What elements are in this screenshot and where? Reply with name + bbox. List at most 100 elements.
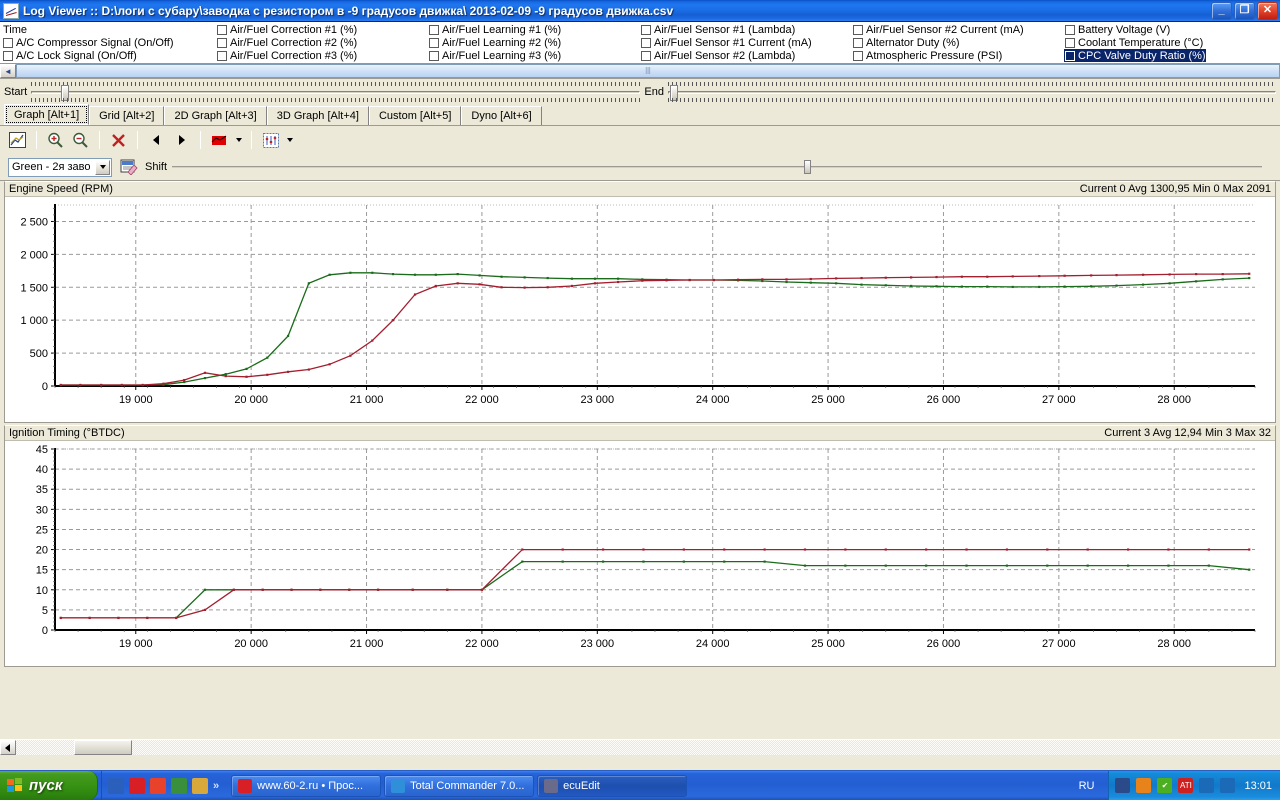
svg-text:15: 15 — [36, 565, 48, 577]
parameter-item[interactable]: Air/Fuel Learning #3 (%) — [428, 49, 561, 62]
parameter-item[interactable]: Air/Fuel Correction #2 (%) — [216, 36, 357, 49]
system-tray[interactable]: ✔ ATI 13:01 — [1108, 771, 1280, 800]
parameter-checkbox[interactable] — [217, 37, 227, 48]
parameter-item[interactable]: Atmospheric Pressure (PSI) — [852, 49, 1024, 62]
task-list[interactable]: www.60-2.ru • Прос... Total Commander 7.0… — [225, 771, 1068, 800]
start-button[interactable]: пуск — [0, 771, 98, 800]
taskbar-button[interactable]: Total Commander 7.0... — [384, 774, 535, 797]
quicklaunch-overflow-chevron-icon[interactable]: » — [213, 780, 219, 792]
language-bar[interactable]: RU — [1069, 771, 1105, 800]
view-tabs[interactable]: Graph [Alt+1] Grid [Alt+2] 2D Graph [Alt+3… — [0, 104, 1280, 126]
tab-0[interactable]: Graph [Alt+1] — [4, 104, 90, 125]
antivirus-icon[interactable]: ✔ — [1157, 778, 1173, 793]
volume-icon[interactable] — [1220, 778, 1236, 793]
close-button[interactable]: ✕ — [1257, 1, 1278, 20]
next-icon[interactable] — [170, 129, 193, 151]
windows-taskbar[interactable]: пуск » www.60-2.ru • Прос... Total Comman… — [0, 770, 1280, 800]
taskbar-clock[interactable]: 13:01 — [1244, 780, 1272, 792]
edit-log-icon[interactable] — [117, 156, 140, 178]
update-icon[interactable] — [1136, 778, 1152, 793]
shift-knob[interactable] — [804, 160, 812, 174]
taskbar-button[interactable]: ecuEdit — [537, 774, 688, 797]
parameter-checkbox[interactable] — [217, 24, 227, 35]
parameter-item[interactable]: Time — [2, 23, 174, 36]
series-select[interactable]: Green - 2я заво — [8, 157, 112, 177]
ati-icon[interactable]: ATI — [1178, 778, 1194, 793]
main-scroll-track[interactable] — [16, 740, 1280, 755]
parameter-item[interactable]: A/C Lock Signal (On/Off) — [2, 49, 174, 62]
tab-1[interactable]: Grid [Alt+2] — [89, 106, 165, 125]
parameter-checkbox[interactable] — [853, 50, 863, 61]
parameter-item[interactable]: Air/Fuel Sensor #1 Current (mA) — [640, 36, 812, 49]
ql-app-icon[interactable] — [171, 777, 187, 794]
main-horizontal-scrollbar[interactable] — [0, 739, 1280, 755]
parameter-checkbox[interactable] — [429, 37, 439, 48]
start-trackbar[interactable] — [31, 80, 641, 104]
chart-1-plot[interactable]: 0 500 1 000 1 500 2 000 2 500 19 000 20 000 21 0… — [5, 197, 1275, 422]
zoom-out-icon[interactable] — [69, 129, 92, 151]
parameter-item[interactable]: Air/Fuel Sensor #2 (Lambda) — [640, 49, 812, 62]
tab-4[interactable]: Custom [Alt+5] — [368, 106, 462, 125]
parameter-scroll-track[interactable] — [16, 64, 1280, 78]
zoom-in-icon[interactable] — [44, 129, 67, 151]
parameter-scroll-thumb[interactable] — [16, 64, 1280, 78]
maximize-button[interactable]: ❐ — [1234, 1, 1255, 20]
minimize-button[interactable]: _ — [1211, 1, 1232, 20]
parameter-panel-scrollbar[interactable]: ◄ — [0, 64, 1280, 79]
markers-icon[interactable] — [259, 129, 282, 151]
taskbar-button[interactable]: www.60-2.ru • Прос... — [231, 774, 382, 797]
network-icon[interactable] — [1115, 778, 1131, 793]
parameter-item[interactable]: Air/Fuel Learning #2 (%) — [428, 36, 561, 49]
range-selector-row[interactable]: Start End — [0, 79, 1280, 105]
delete-icon[interactable] — [107, 129, 130, 151]
parameter-item[interactable]: Air/Fuel Correction #3 (%) — [216, 49, 357, 62]
prev-icon[interactable] — [145, 129, 168, 151]
scroll-left-button[interactable]: ◄ — [0, 64, 16, 78]
main-scroll-left-button[interactable] — [0, 740, 16, 755]
parameter-checkbox[interactable] — [429, 24, 439, 35]
parameter-item[interactable]: Battery Voltage (V) — [1064, 23, 1206, 36]
parameter-checkbox[interactable] — [3, 37, 13, 48]
end-trackbar[interactable] — [668, 80, 1276, 104]
parameter-checkbox[interactable] — [641, 24, 651, 35]
parameter-checkbox[interactable] — [641, 37, 651, 48]
fill-color-icon[interactable] — [208, 129, 231, 151]
chart-2-plot[interactable]: 0 5 10 15 20 25 30 35 40 45 19 000 20 000 21 000 22 0… — [5, 441, 1275, 666]
parameter-checkbox[interactable] — [1065, 50, 1075, 61]
parameter-checkbox[interactable] — [641, 50, 651, 61]
ql-opera-icon[interactable] — [129, 777, 145, 794]
parameter-item[interactable]: Air/Fuel Correction #1 (%) — [216, 23, 357, 36]
parameter-checkbox[interactable] — [3, 50, 13, 61]
fill-color-dropdown[interactable] — [233, 129, 244, 151]
main-scroll-thumb[interactable] — [74, 740, 132, 755]
tab-3[interactable]: 3D Graph [Alt+4] — [266, 106, 369, 125]
graph-toolbar-secondary[interactable]: Green - 2я заво Shift — [0, 154, 1280, 180]
tab-2[interactable]: 2D Graph [Alt+3] — [164, 106, 267, 125]
shift-slider[interactable] — [172, 158, 1262, 176]
ql-explorer-icon[interactable] — [108, 777, 124, 794]
parameter-checkbox[interactable] — [1065, 37, 1075, 48]
graph-toolbar[interactable] — [0, 126, 1280, 154]
parameter-item[interactable]: Air/Fuel Sensor #1 (Lambda) — [640, 23, 812, 36]
markers-dropdown[interactable] — [284, 129, 295, 151]
chevron-down-icon[interactable] — [95, 159, 110, 175]
parameter-checkbox-panel[interactable]: Time A/C Compressor Signal (On/Off) A/C Lo… — [0, 22, 1280, 64]
quick-launch-bar[interactable]: » — [101, 771, 225, 800]
parameter-item[interactable]: Coolant Temperature (°C) — [1064, 36, 1206, 49]
parameter-checkbox[interactable] — [429, 50, 439, 61]
parameter-checkbox[interactable] — [217, 50, 227, 61]
parameter-item[interactable]: A/C Compressor Signal (On/Off) — [2, 36, 174, 49]
parameter-checkbox[interactable] — [1065, 24, 1075, 35]
edit-graph-icon[interactable] — [6, 129, 29, 151]
parameter-checkbox[interactable] — [853, 37, 863, 48]
tab-5[interactable]: Dyno [Alt+6] — [461, 106, 542, 125]
window-titlebar[interactable]: Log Viewer :: D:\логи с субару\заводка с… — [0, 0, 1280, 22]
parameter-item[interactable]: Air/Fuel Sensor #2 Current (mA) — [852, 23, 1024, 36]
ql-save-icon[interactable] — [150, 777, 166, 794]
parameter-item[interactable]: Air/Fuel Learning #1 (%) — [428, 23, 561, 36]
audio-icon[interactable] — [1199, 778, 1215, 793]
parameter-item[interactable]: CPC Valve Duty Ratio (%) — [1064, 49, 1206, 62]
parameter-item[interactable]: Alternator Duty (%) — [852, 36, 1024, 49]
parameter-checkbox[interactable] — [853, 24, 863, 35]
ql-misc-icon[interactable] — [192, 777, 208, 794]
